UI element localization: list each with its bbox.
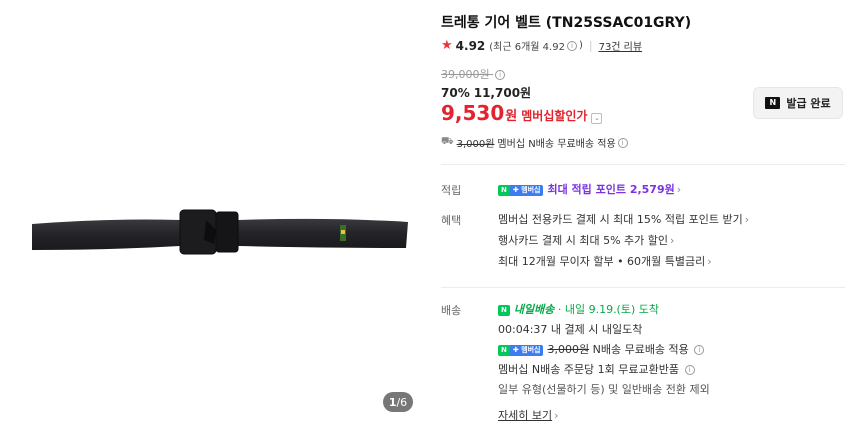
rating-score: 4.92 xyxy=(455,38,486,53)
info-icon[interactable]: i xyxy=(566,40,577,51)
chevron-right-icon: › xyxy=(676,183,682,196)
member-price: 9,530 xyxy=(441,101,505,125)
chevron-right-icon: › xyxy=(554,409,559,422)
delivery-fee-row: N ✚ 멤버십 3,000원 N배송 무료배송 적용 i xyxy=(498,341,706,357)
discount-percent: 70% xyxy=(441,86,470,100)
coupon-button-label: 발급 완료 xyxy=(786,97,831,110)
pager-current: 1 xyxy=(388,395,397,409)
discount-price-row: 70% 11,700원 xyxy=(441,84,531,101)
delivery-fee-original: 3,000원 xyxy=(547,343,590,356)
divider xyxy=(441,164,845,165)
chevron-right-icon: › xyxy=(670,234,675,247)
points-text: 최대 적립 포인트 2,579원 xyxy=(547,183,675,196)
more-details-link[interactable]: 자세히 보기 › xyxy=(498,407,559,423)
points-label: 적립 xyxy=(441,184,462,197)
star-icon: ★ xyxy=(441,38,453,53)
exclusion-text: 일부 유형(선물하기 등) 및 일반배송 전환 제외 xyxy=(498,383,710,396)
info-icon[interactable]: i xyxy=(694,345,705,355)
shipping-fee-row: ⛟ 3,000원 멤버십 N배송 무료배송 적용 i xyxy=(441,135,630,150)
member-price-row[interactable]: 9,530 원 멤버십할인가 ⌄ xyxy=(441,101,603,125)
benefit-item[interactable]: 행사카드 결제 시 최대 5% 추가 할인 › xyxy=(498,232,674,248)
coupon-issued-button[interactable]: N 발급 완료 xyxy=(753,87,843,119)
membership-badge: N ✚ 멤버십 xyxy=(498,184,544,196)
naver-n-icon: N xyxy=(765,97,781,109)
pager-total: /6 xyxy=(396,395,408,409)
exchange-text: 멤버십 N배송 주문당 1회 무료교환반품 xyxy=(498,363,680,376)
shipping-fee-original: 3,000원 xyxy=(456,139,495,150)
info-icon[interactable]: i xyxy=(495,70,506,80)
chevron-right-icon: › xyxy=(744,213,750,226)
image-pager: 1/6 xyxy=(383,392,413,412)
chevron-right-icon: › xyxy=(707,255,712,268)
product-image-belt xyxy=(32,209,408,255)
product-title: 트레통 기어 벨트 (TN25SSAC01GRY) xyxy=(441,15,692,31)
delivery-fee-text: N배송 무료배송 적용 xyxy=(592,343,689,356)
naver-delivery-icon: N xyxy=(498,304,510,316)
exchange-row: 멤버십 N배송 주문당 1회 무료교환반품 i xyxy=(498,361,697,377)
delivery-date: · 내일 9.19.(토) 도착 xyxy=(557,303,660,316)
recent-rating: (최근 6개월 4.92 xyxy=(489,42,565,53)
member-price-label: 멤버십할인가 xyxy=(521,109,588,123)
original-price-row: 39,000원 i xyxy=(441,66,507,82)
benefits-label: 혜택 xyxy=(441,214,462,227)
original-price: 39,000원 xyxy=(441,68,490,81)
benefit-item[interactable]: 최대 12개월 무이자 할부 • 60개월 특별금리 › xyxy=(498,253,712,269)
info-icon[interactable]: i xyxy=(684,365,695,375)
truck-icon: ⛟ xyxy=(441,136,454,147)
discount-price: 11,700원 xyxy=(473,86,532,100)
shipping-fee-text: 멤버십 N배송 무료배송 적용 xyxy=(497,139,616,150)
reviews-link[interactable]: 73건 리뷰 xyxy=(599,38,643,53)
member-price-unit: 원 xyxy=(505,109,518,124)
chevron-down-icon[interactable]: ⌄ xyxy=(591,113,603,124)
points-row[interactable]: N ✚ 멤버십 최대 적립 포인트 2,579원 › xyxy=(498,181,681,197)
product-image-gallery[interactable]: 1/6 xyxy=(0,0,425,439)
tomorrow-delivery: 내일배송 xyxy=(513,303,555,316)
tomorrow-delivery-row: N 내일배송 · 내일 9.19.(토) 도착 xyxy=(498,301,659,317)
benefit-item[interactable]: 멤버십 전용카드 결제 시 최대 15% 적립 포인트 받기 › xyxy=(498,211,749,227)
separator: | xyxy=(588,39,593,52)
delivery-label: 배송 xyxy=(441,304,462,317)
membership-badge: N ✚ 멤버십 xyxy=(498,344,544,356)
info-icon[interactable]: i xyxy=(617,137,628,148)
delivery-countdown: 00:04:37 내 결제 시 내일도착 xyxy=(498,323,643,336)
recent-rating-close: ) xyxy=(578,40,583,51)
rating-row: ★ 4.92 (최근 6개월 4.92 i) | 73건 리뷰 xyxy=(441,38,642,53)
divider xyxy=(441,287,845,288)
